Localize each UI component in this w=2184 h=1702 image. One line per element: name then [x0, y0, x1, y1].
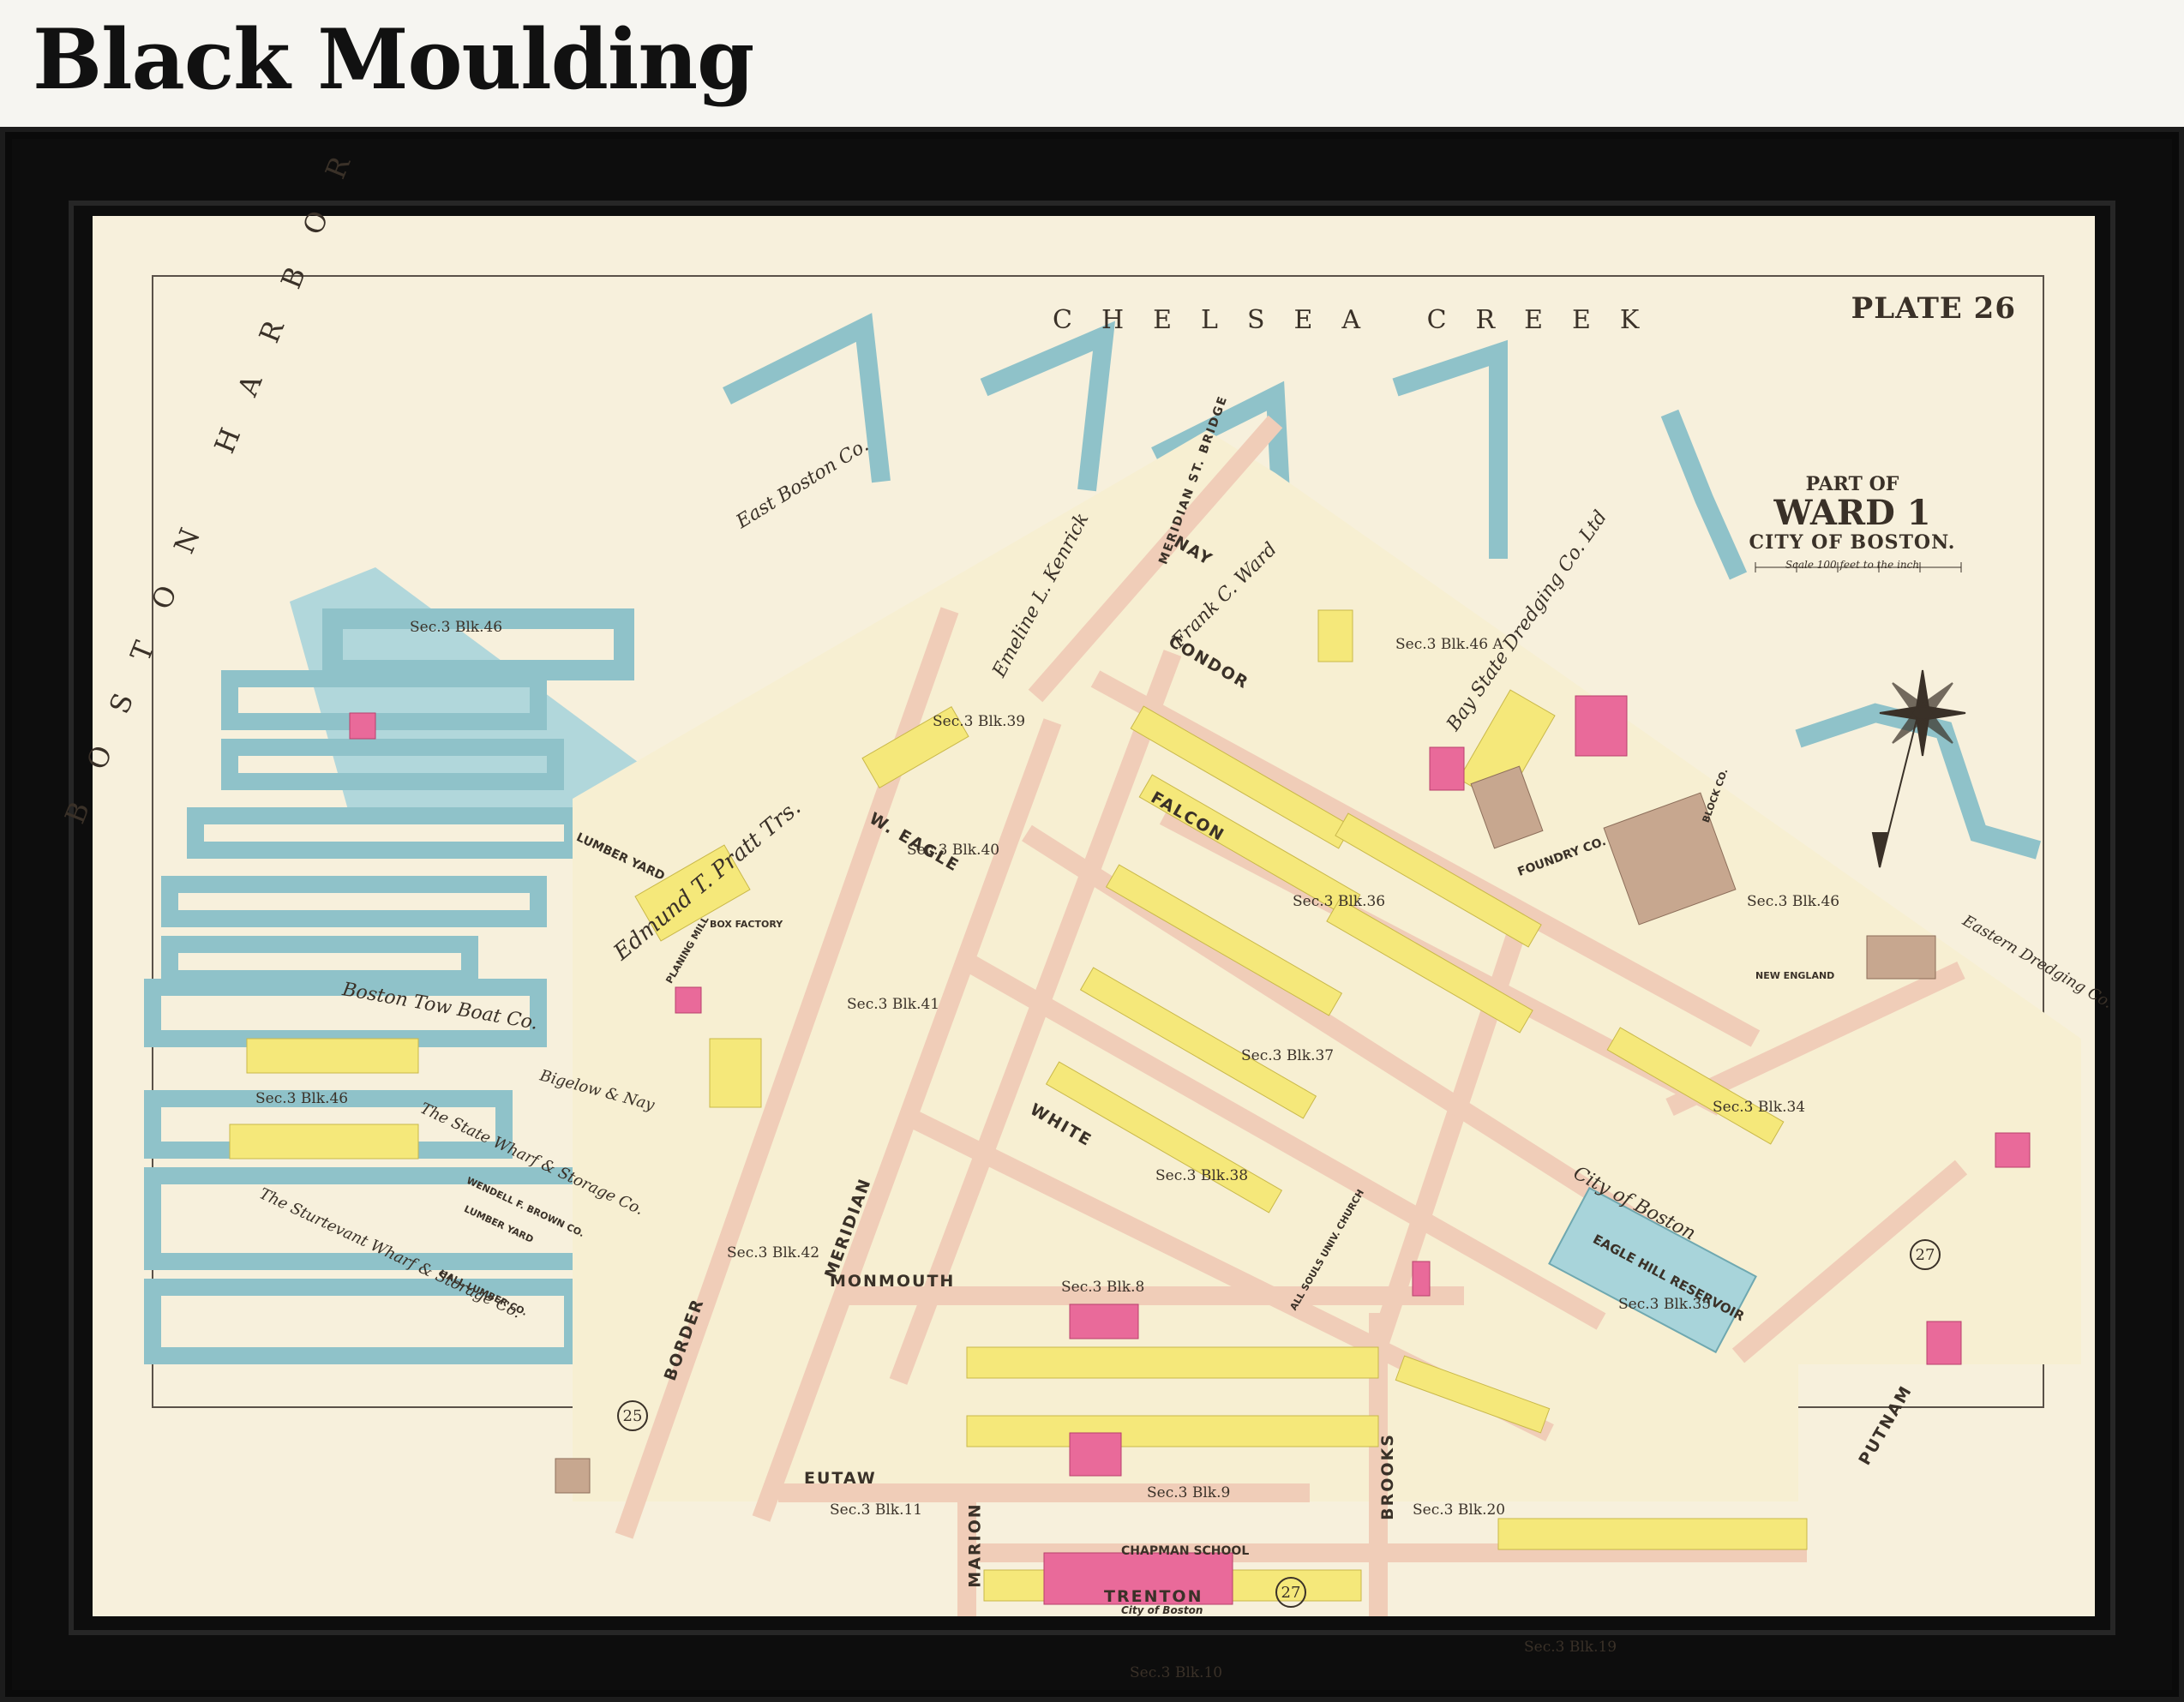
section-10: Sec.3 Blk.10 [1130, 1664, 1223, 1681]
label-box-factory: BOX FACTORY [710, 919, 783, 930]
adjacent-plate-left: 25 [617, 1400, 648, 1431]
label-new-england: NEW ENGLAND [1755, 970, 1835, 981]
map-paper: PLATE 26 PART OF WARD 1 CITY OF BOSTON. … [58, 117, 2115, 1681]
plate-number: PLATE 26 [1851, 291, 2016, 326]
section-39: Sec.3 Blk.39 [933, 713, 1026, 730]
harbor-water [144, 567, 641, 1364]
section-36: Sec.3 Blk.36 [1293, 893, 1386, 910]
section-46-right: Sec.3 Blk.46 [1747, 893, 1840, 910]
street-brooks: BROOKS [1377, 1433, 1397, 1520]
section-8: Sec.3 Blk.8 [1061, 1279, 1145, 1296]
section-11: Sec.3 Blk.11 [830, 1501, 923, 1519]
page-title: Black Moulding [33, 11, 754, 108]
adjacent-plate-right: 27 [1910, 1239, 1941, 1270]
picture-frame: PLATE 26 PART OF WARD 1 CITY OF BOSTON. … [0, 117, 2184, 1702]
ward-title-ward: WARD 1 [1773, 493, 1931, 533]
section-20: Sec.3 Blk.20 [1413, 1501, 1506, 1519]
section-37: Sec.3 Blk.37 [1241, 1047, 1335, 1064]
creek-label: CHELSEA CREEK [1053, 305, 1669, 335]
land-area [573, 430, 2081, 1501]
section-42: Sec.3 Blk.42 [727, 1244, 820, 1262]
map-drawing [144, 275, 2081, 1616]
section-46-top: Sec.3 Blk.46 [410, 619, 503, 636]
section-46-mid: Sec.3 Blk.46 [255, 1090, 349, 1107]
section-19: Sec.3 Blk.19 [1524, 1639, 1617, 1656]
street-monmouth: MONMOUTH [830, 1272, 956, 1291]
section-9: Sec.3 Blk.9 [1147, 1484, 1231, 1501]
ward-title-city: CITY OF BOSTON. [1749, 531, 1956, 554]
street-trenton: TRENTON [1104, 1587, 1203, 1606]
section-40: Sec.3 Blk.40 [907, 842, 1000, 859]
street-eutaw: EUTAW [804, 1469, 877, 1488]
section-34: Sec.3 Blk.34 [1713, 1099, 1806, 1116]
label-chapman-school: CHAPMAN SCHOOL [1121, 1544, 1250, 1558]
section-38: Sec.3 Blk.38 [1155, 1167, 1249, 1184]
street-marion: MARION [965, 1502, 985, 1588]
section-46a: Sec.3 Blk.46 A [1395, 636, 1503, 653]
ward-title-block: PART OF WARD 1 CITY OF BOSTON. Scale 100… [1737, 473, 1968, 571]
adjacent-plate-bottom: 27 [1275, 1577, 1306, 1608]
ward-title-scale: Scale 100 feet to the inch [1785, 559, 1920, 571]
label-chapman-city: City of Boston [1121, 1604, 1203, 1616]
section-41: Sec.3 Blk.41 [847, 996, 940, 1013]
